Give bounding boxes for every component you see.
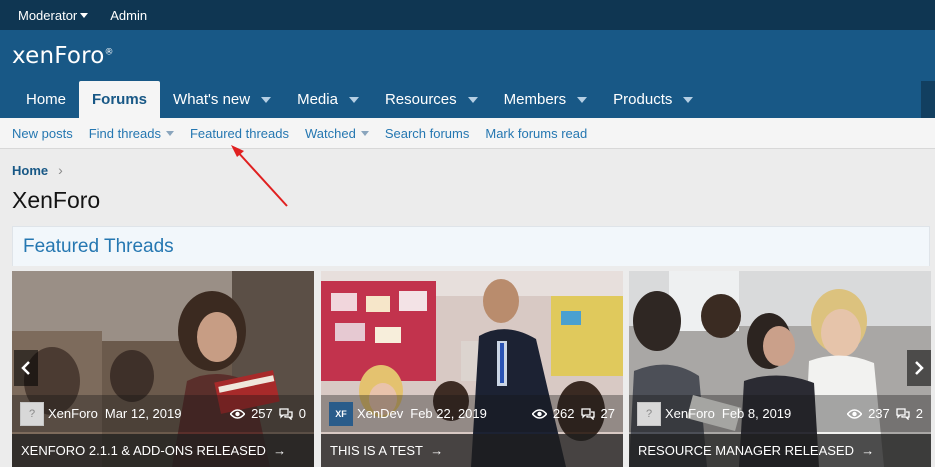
featured-carousel: ? XenForo Mar 12, 2019 257 0 XENFORO 2.1… [12, 271, 935, 467]
view-count: 257 [251, 406, 273, 421]
thread-date: Mar 12, 2019 [104, 406, 182, 421]
featured-card[interactable]: XF XenDev Feb 22, 2019 262 27 THIS IS A … [321, 271, 623, 467]
tab-media[interactable]: Media [284, 81, 372, 118]
tab-whats-new[interactable]: What's new [160, 81, 284, 118]
thread-stats: 237 2 [847, 406, 923, 421]
comments-icon [580, 407, 595, 420]
eye-icon [847, 408, 863, 419]
chevron-down-icon[interactable] [577, 96, 588, 103]
tab-resources[interactable]: Resources [372, 81, 491, 118]
subnav-label: Mark forums read [485, 125, 588, 141]
comments-icon [279, 407, 293, 420]
featured-threads-heading: Featured Threads [12, 226, 930, 266]
carousel-next-button[interactable] [907, 350, 931, 386]
logo-registered-mark: ® [104, 47, 114, 58]
thread-title-link[interactable]: RESOURCE MANAGER RELEASED → [629, 434, 931, 467]
tab-label: Media [297, 91, 338, 108]
thread-date: Feb 22, 2019 [410, 406, 487, 421]
featured-card[interactable]: ? XenForo Mar 12, 2019 257 0 XENFORO 2.1… [12, 271, 314, 467]
thread-title: XENFORO 2.1.1 & ADD-ONS RELEASED [21, 443, 266, 458]
chevron-down-icon[interactable] [348, 96, 359, 103]
reply-count: 2 [915, 406, 923, 421]
chevron-down-icon[interactable] [261, 96, 272, 103]
breadcrumb: Home › [12, 162, 63, 178]
tab-label: Resources [384, 91, 457, 108]
thread-date: Feb 8, 2019 [721, 406, 792, 421]
chevron-down-icon[interactable] [683, 96, 694, 103]
tab-label: Members [503, 91, 567, 108]
chevron-down-icon[interactable] [467, 96, 478, 103]
subnav-watched[interactable]: Watched [305, 126, 369, 141]
arrow-right-icon: → [861, 443, 875, 458]
admin-label: Admin [110, 7, 148, 23]
thread-author[interactable]: XenForo [48, 406, 98, 421]
tab-label: Forums [92, 91, 148, 108]
subnav-find-threads[interactable]: Find threads [89, 126, 174, 141]
tab-label: Products [613, 91, 673, 108]
subnav-label: Watched [304, 125, 356, 141]
thread-title: RESOURCE MANAGER RELEASED [638, 443, 854, 458]
thread-meta: ? XenForo Mar 12, 2019 257 0 [12, 395, 314, 432]
tab-members[interactable]: Members [491, 81, 601, 118]
moderator-menu[interactable]: Moderator [18, 7, 89, 23]
moderator-label: Moderator [18, 7, 78, 23]
reply-count: 0 [298, 406, 306, 421]
subnav-new-posts[interactable]: New posts [12, 126, 73, 141]
tab-home[interactable]: Home [13, 81, 79, 118]
subnav-search-forums[interactable]: Search forums [385, 126, 470, 141]
subnav-featured-threads[interactable]: Featured threads [190, 126, 289, 141]
avatar[interactable]: XF [329, 401, 353, 426]
thread-title-link[interactable]: THIS IS A TEST → [321, 434, 623, 467]
subnav-label: Find threads [88, 125, 161, 141]
eye-icon [531, 408, 547, 419]
subnav-label: Search forums [384, 125, 470, 141]
staff-bar: Moderator Admin [0, 0, 935, 30]
tab-label: What's new [173, 91, 251, 108]
chevron-down-icon[interactable] [360, 130, 369, 136]
featured-threads-block: Featured Threads ? XenForo Mar 12, 2019 [12, 226, 931, 467]
thread-title: THIS IS A TEST [330, 443, 423, 458]
site-header: xenForo® [0, 30, 935, 81]
chevron-left-icon [21, 361, 30, 375]
carousel-prev-button[interactable] [14, 350, 38, 386]
thread-stats: 257 0 [230, 406, 306, 421]
thread-stats: 262 27 [531, 406, 615, 421]
featured-card[interactable]: ? XenForo Feb 8, 2019 237 2 RESOURCE MAN… [629, 271, 931, 467]
avatar[interactable]: ? [637, 401, 661, 426]
subnav-label: Featured threads [189, 125, 289, 141]
page-title: XenForo [12, 187, 101, 213]
thread-meta: XF XenDev Feb 22, 2019 262 27 [321, 395, 623, 432]
thread-title-link[interactable]: XENFORO 2.1.1 & ADD-ONS RELEASED → [12, 434, 314, 467]
breadcrumb-home[interactable]: Home [12, 163, 48, 178]
site-logo[interactable]: xenForo® [12, 43, 114, 69]
tab-products[interactable]: Products [600, 81, 706, 118]
arrow-right-icon: → [430, 443, 444, 458]
logo-text: xenForo [12, 43, 105, 69]
chevron-down-icon [80, 12, 89, 18]
admin-link[interactable]: Admin [110, 8, 147, 23]
breadcrumb-separator-icon: › [58, 162, 63, 178]
comments-icon [896, 407, 910, 420]
subnav-mark-forums-read[interactable]: Mark forums read [485, 126, 587, 141]
tab-label: Home [26, 91, 67, 108]
nav-edge [921, 81, 935, 118]
view-count: 237 [868, 406, 890, 421]
main-nav: Home Forums What's new Media Resources M… [0, 81, 935, 118]
avatar[interactable]: ? [20, 401, 44, 426]
view-count: 262 [552, 406, 575, 421]
reply-count: 27 [600, 406, 615, 421]
chevron-down-icon[interactable] [165, 130, 174, 136]
thread-author[interactable]: XenDev [357, 406, 403, 421]
sub-nav: New posts Find threads Featured threads … [0, 118, 935, 149]
eye-icon [230, 408, 246, 419]
chevron-right-icon [915, 361, 924, 375]
thread-author[interactable]: XenForo [665, 406, 715, 421]
tab-forums[interactable]: Forums [79, 81, 161, 118]
thread-meta: ? XenForo Feb 8, 2019 237 2 [629, 395, 931, 432]
subnav-label: New posts [12, 125, 73, 141]
arrow-right-icon: → [273, 443, 287, 458]
